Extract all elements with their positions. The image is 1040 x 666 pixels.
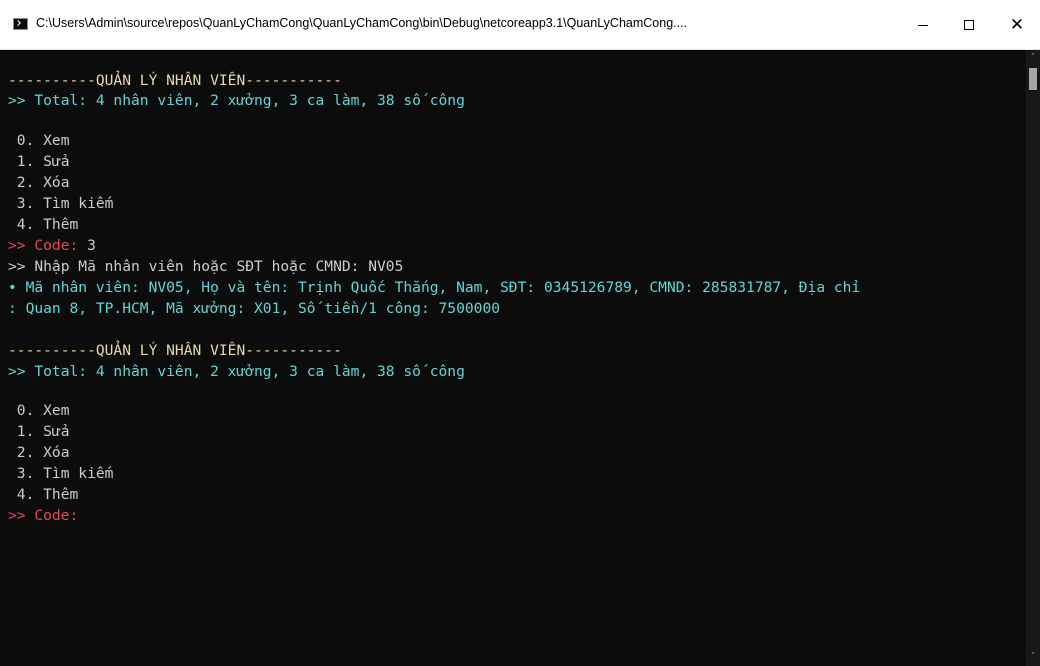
code-prompt: >> Code: — [8, 237, 88, 254]
console-window: C:\Users\Admin\source\repos\QuanLyChamCo… — [0, 0, 1040, 666]
console-output[interactable]: ----------QUẢN LÝ NHÂN VIÊN----------- >… — [0, 50, 1026, 666]
code-value: 3 — [87, 237, 96, 254]
close-button[interactable]: ✕ — [994, 0, 1040, 50]
menu-item-add: 4. Thêm — [8, 486, 79, 503]
menu-item-add: 4. Thêm — [8, 216, 79, 233]
menu-item-edit: 1. Sửa — [8, 423, 70, 440]
minimize-icon — [918, 24, 928, 26]
console-icon — [13, 18, 28, 30]
title-bar[interactable]: C:\Users\Admin\source\repos\QuanLyChamCo… — [0, 0, 1040, 50]
search-result-line: • Mã nhân viên: NV05, Họ và tên: Trịnh Q… — [8, 279, 861, 296]
menu-item-delete: 2. Xóa — [8, 174, 70, 191]
menu-item-edit: 1. Sửa — [8, 153, 70, 170]
close-icon: ✕ — [1009, 14, 1025, 35]
menu-item-search: 3. Tìm kiếm — [8, 195, 114, 212]
total-summary: >> Total: 4 nhân viên, 2 xưởng, 3 ca làm… — [8, 363, 465, 380]
scroll-down-icon[interactable]: ˅ — [1029, 653, 1037, 662]
section-header: ----------QUẢN LÝ NHÂN VIÊN----------- — [8, 72, 342, 89]
maximize-button[interactable] — [946, 0, 992, 50]
minimize-button[interactable] — [900, 0, 946, 50]
code-prompt[interactable]: >> Code: — [8, 505, 78, 527]
maximize-icon — [964, 20, 974, 30]
menu-item-view: 0. Xem — [8, 132, 70, 149]
section-header: ----------QUẢN LÝ NHÂN VIÊN----------- — [8, 342, 342, 359]
scroll-thumb[interactable] — [1029, 68, 1037, 90]
menu-item-delete: 2. Xóa — [8, 444, 70, 461]
scroll-up-icon[interactable]: ˄ — [1029, 54, 1037, 63]
total-summary: >> Total: 4 nhân viên, 2 xưởng, 3 ca làm… — [8, 92, 465, 109]
menu-item-view: 0. Xem — [8, 402, 70, 419]
search-prompt: >> Nhập Mã nhân viên hoặc SĐT hoặc CMND:… — [8, 258, 404, 275]
window-title: C:\Users\Admin\source\repos\QuanLyChamCo… — [36, 16, 688, 30]
search-result-line: : Quan 8, TP.HCM, Mã xưởng: X01, Số tiền… — [8, 300, 501, 317]
vertical-scrollbar[interactable]: ˄ ˅ — [1026, 50, 1040, 666]
menu-item-search: 3. Tìm kiếm — [8, 465, 114, 482]
code-prompt-line: >> Code: 3 — [8, 235, 96, 257]
